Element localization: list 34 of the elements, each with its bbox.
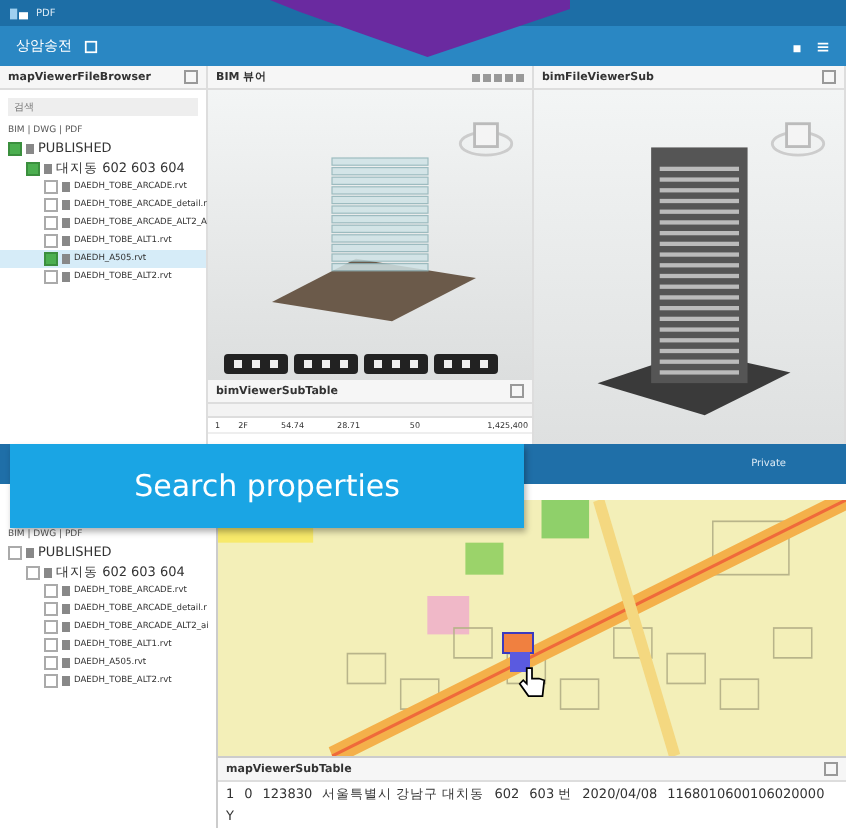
checkbox[interactable] [44,252,58,266]
checkbox[interactable] [26,565,40,579]
hand-cursor-icon [518,664,546,700]
checkbox[interactable] [44,234,58,248]
view-cube-icon[interactable] [456,118,516,158]
viewer-toolbar[interactable] [364,354,428,374]
edit-icon[interactable] [84,39,98,53]
checkbox[interactable] [44,180,58,194]
checkbox[interactable] [44,656,58,670]
logo-icon [10,7,28,19]
toolbar-icons[interactable] [472,73,524,81]
minimize-icon[interactable] [184,70,198,84]
checkbox[interactable] [44,638,58,652]
checkbox[interactable] [44,584,58,598]
viewer-toolbar[interactable] [224,354,288,374]
menu-icon[interactable] [816,39,830,53]
checkbox[interactable] [44,198,58,212]
checkbox[interactable] [8,141,22,155]
minimize-icon[interactable] [510,384,524,398]
checkbox[interactable] [26,161,40,175]
checkbox[interactable] [44,270,58,284]
viewer-toolbar[interactable] [434,354,498,374]
selected-parcel[interactable] [510,652,530,672]
checkbox[interactable] [8,545,22,559]
caption-banner: Search properties [10,444,524,528]
minimize-icon[interactable] [822,70,836,84]
minimize-icon[interactable] [824,762,838,776]
checkbox[interactable] [44,216,58,230]
checkbox[interactable] [44,620,58,634]
selected-parcel[interactable] [502,632,534,654]
view-cube-icon[interactable] [768,118,828,158]
checkbox[interactable] [44,674,58,688]
viewer-toolbar[interactable] [294,354,358,374]
checkbox[interactable] [44,602,58,616]
